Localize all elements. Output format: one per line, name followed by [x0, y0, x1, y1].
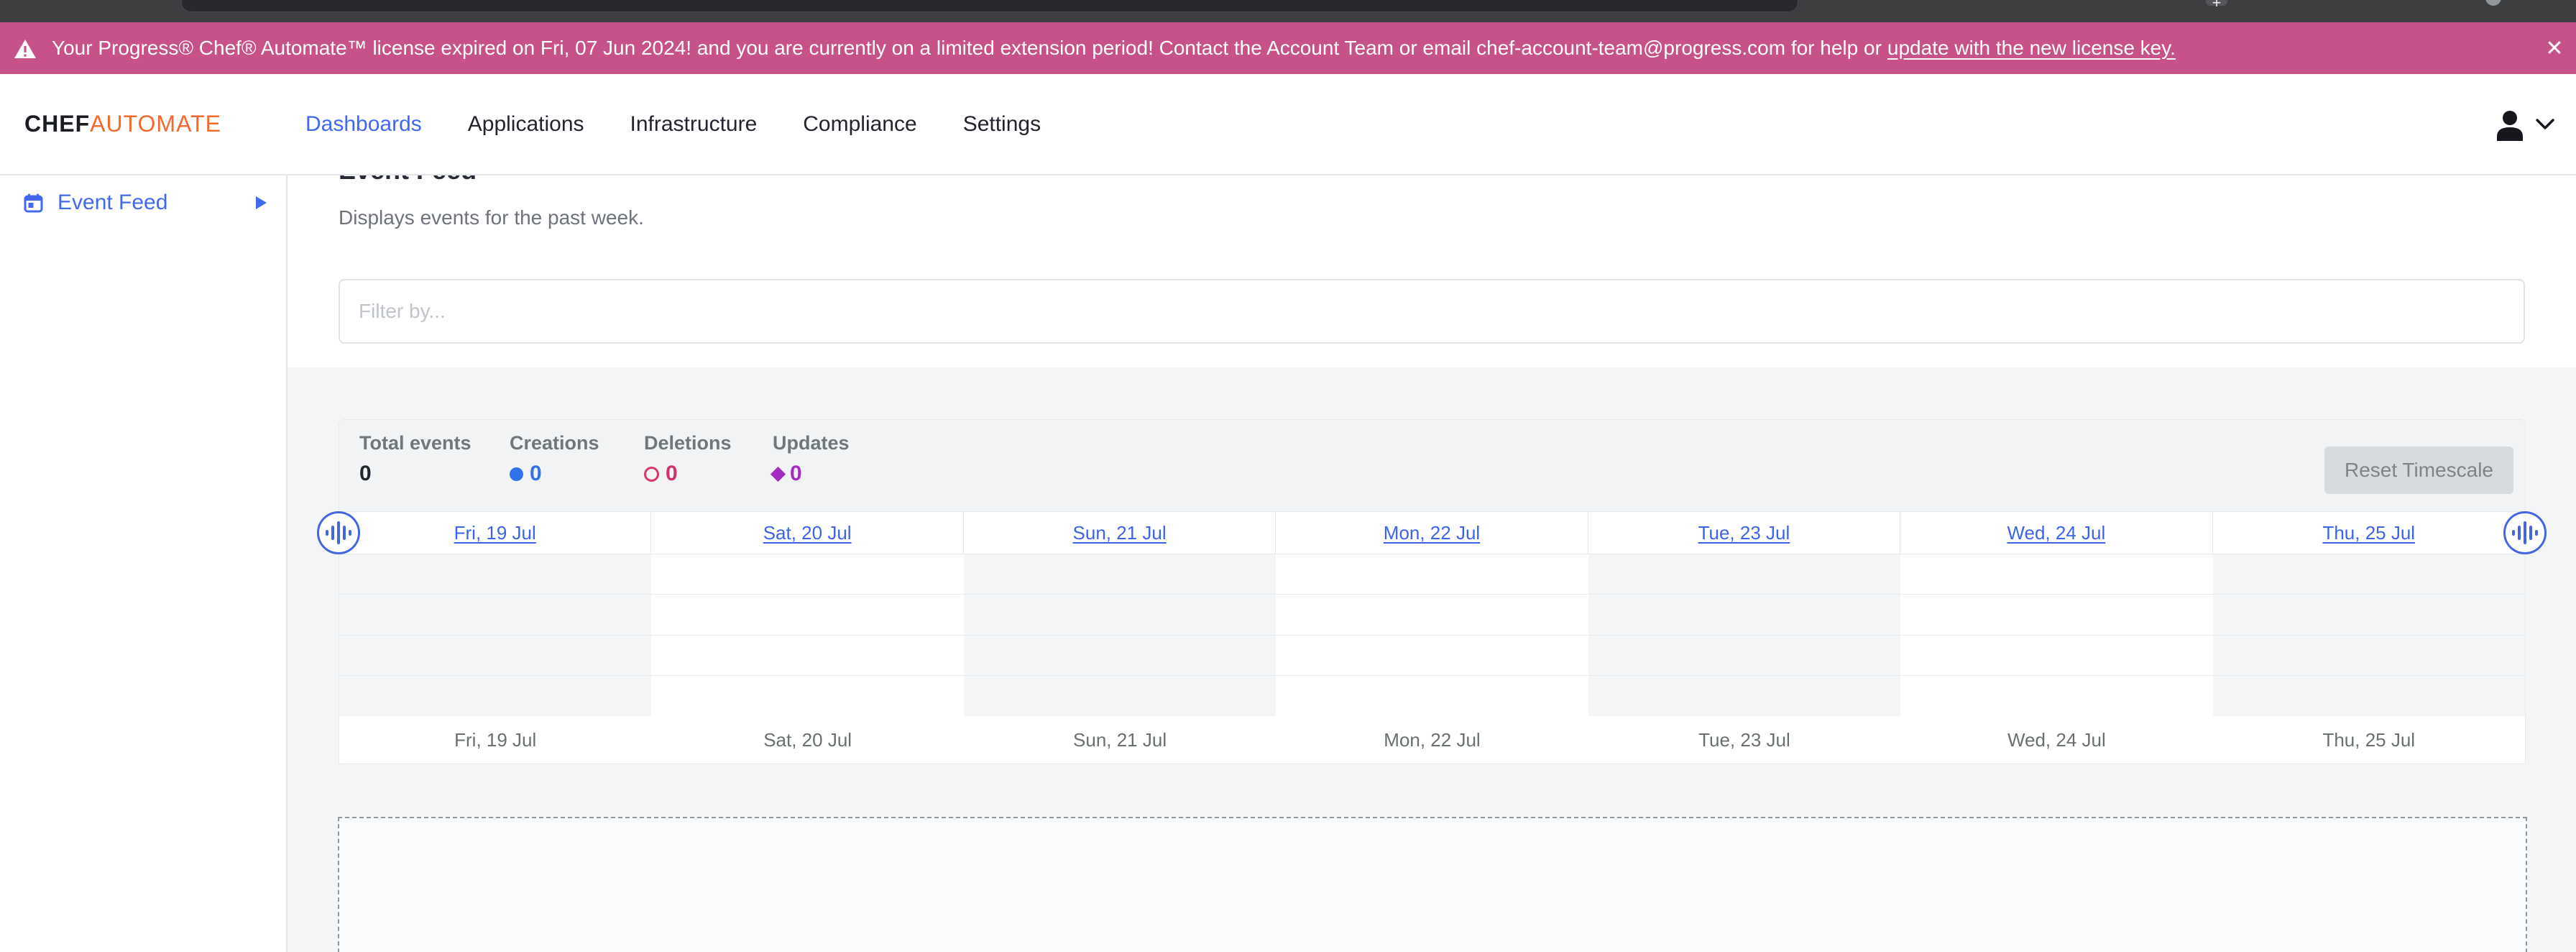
timeline-header-row: Fri, 19 Jul Sat, 20 Jul Sun, 21 Jul Mon,… — [339, 511, 2525, 554]
stat-value: 0 — [359, 462, 372, 486]
waveform-icon — [2512, 530, 2515, 536]
calendar-icon — [24, 193, 43, 213]
timeline-footer-row: Fri, 19 Jul Sat, 20 Jul Sun, 21 Jul Mon,… — [339, 716, 2525, 764]
banner-message: Your Progress® Chef® Automate™ license e… — [52, 37, 1882, 60]
user-avatar-icon — [2494, 108, 2526, 141]
nav-applications[interactable]: Applications — [468, 112, 584, 137]
app-header: CHEFAUTOMATE Dashboards Applications Inf… — [0, 74, 2576, 175]
reset-timescale-button[interactable]: Reset Timescale — [2324, 447, 2513, 494]
expand-timescale-left-button[interactable] — [317, 511, 360, 554]
timeline-column — [2213, 554, 2525, 716]
stat-value: 0 — [790, 462, 802, 486]
timeline-column — [651, 554, 963, 716]
creation-dot-icon — [510, 467, 523, 481]
logo-automate-text: AUTOMATE — [90, 111, 221, 137]
day-link-sat-20[interactable]: Sat, 20 Jul — [763, 522, 852, 544]
sidebar: Event Feed — [0, 174, 288, 952]
user-menu[interactable] — [2494, 74, 2554, 174]
stat-deletions: Deletions 0 — [644, 432, 732, 486]
browser-active-tab[interactable] — [181, 0, 1798, 12]
empty-events-drop-area — [338, 817, 2527, 952]
chef-automate-logo[interactable]: CHEFAUTOMATE — [24, 74, 221, 174]
timeline-column — [964, 554, 1276, 716]
expand-arrow-icon[interactable] — [256, 196, 267, 209]
chevron-down-icon — [2536, 119, 2554, 130]
expand-timescale-right-button[interactable] — [2503, 511, 2547, 554]
browser-tab-bar: + — [0, 0, 2576, 22]
timeline-grid — [339, 554, 2525, 716]
stat-label: Deletions — [644, 432, 732, 454]
warning-triangle-icon — [14, 40, 36, 58]
browser-profile-icon[interactable] — [2485, 0, 2501, 6]
day-link-sun-21[interactable]: Sun, 21 Jul — [1073, 522, 1167, 544]
stat-label: Updates — [773, 432, 850, 454]
sidebar-item-event-feed[interactable]: Event Feed — [0, 183, 286, 223]
nav-dashboards[interactable]: Dashboards — [305, 112, 422, 137]
day-footer-label: Mon, 22 Jul — [1276, 716, 1588, 764]
day-link-thu-25[interactable]: Thu, 25 Jul — [2322, 522, 2415, 544]
stat-value: 0 — [666, 462, 678, 486]
day-footer-label: Sun, 21 Jul — [964, 716, 1276, 764]
event-timeline-panel: Total events 0 Creations 0 Deletions 0 — [339, 419, 2526, 764]
update-license-link[interactable]: update with the new license key. — [1887, 37, 2176, 60]
filter-input[interactable] — [339, 279, 2525, 344]
stat-updates: Updates 0 — [773, 432, 850, 486]
deletion-circle-icon — [644, 467, 659, 482]
main-navigation: Dashboards Applications Infrastructure C… — [305, 74, 1041, 174]
chef-automate-event-feed-page: + Your Progress® Chef® Automate™ license… — [0, 0, 2576, 952]
stat-label: Creations — [510, 432, 599, 454]
stat-label: Total events — [359, 432, 472, 454]
nav-settings[interactable]: Settings — [963, 112, 1041, 137]
day-footer-label: Thu, 25 Jul — [2213, 716, 2525, 764]
day-footer-label: Sat, 20 Jul — [651, 716, 963, 764]
day-footer-label: Fri, 19 Jul — [339, 716, 651, 764]
license-warning-banner: Your Progress® Chef® Automate™ license e… — [0, 22, 2576, 74]
timeline-column — [339, 554, 651, 716]
nav-compliance[interactable]: Compliance — [803, 112, 916, 137]
stat-value: 0 — [530, 462, 542, 486]
stat-creations: Creations 0 — [510, 432, 599, 486]
update-diamond-icon — [770, 466, 786, 481]
logo-chef-text: CHEF — [24, 111, 90, 137]
banner-close-button[interactable]: ✕ — [2542, 36, 2567, 62]
stat-total-events: Total events 0 — [359, 432, 472, 486]
page-subtitle: Displays events for the past week. — [339, 206, 644, 230]
nav-infrastructure[interactable]: Infrastructure — [630, 112, 758, 137]
new-tab-icon[interactable]: + — [2206, 0, 2227, 6]
timeline-column — [1276, 554, 1588, 716]
day-link-fri-19[interactable]: Fri, 19 Jul — [454, 522, 536, 544]
sidebar-item-label: Event Feed — [58, 191, 167, 215]
event-stats-strip: Total events 0 Creations 0 Deletions 0 — [339, 420, 2525, 511]
day-footer-label: Wed, 24 Jul — [1900, 716, 2212, 764]
day-link-tue-23[interactable]: Tue, 23 Jul — [1698, 522, 1790, 544]
day-link-mon-22[interactable]: Mon, 22 Jul — [1384, 522, 1480, 544]
day-footer-label: Tue, 23 Jul — [1588, 716, 1900, 764]
waveform-icon — [326, 530, 328, 536]
timeline-column — [1900, 554, 2212, 716]
timeline-column — [1588, 554, 1900, 716]
day-link-wed-24[interactable]: Wed, 24 Jul — [2007, 522, 2105, 544]
